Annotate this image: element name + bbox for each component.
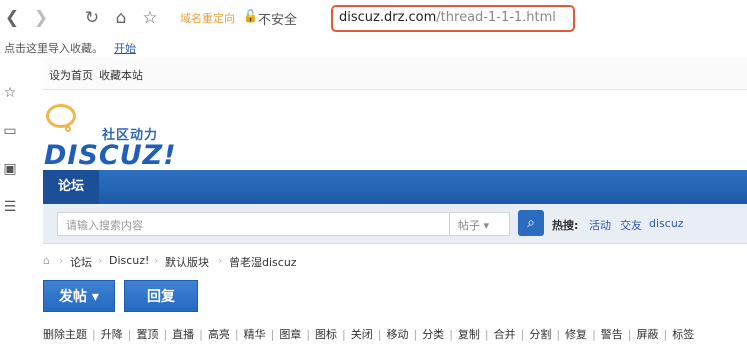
moderation-separator: | bbox=[306, 328, 311, 341]
moderation-separator: | bbox=[270, 328, 275, 341]
breadcrumb-thread[interactable]: 曾老湿discuz bbox=[229, 254, 297, 270]
moderation-separator: | bbox=[127, 328, 132, 341]
moderation-action[interactable]: 直播 bbox=[172, 328, 194, 341]
set-home-link[interactable]: 设为首页 bbox=[49, 67, 93, 83]
moderation-action[interactable]: 屏蔽 bbox=[637, 328, 659, 341]
moderation-action[interactable]: 删除主题 bbox=[43, 328, 87, 341]
moderation-action[interactable]: 移动 bbox=[386, 328, 408, 341]
breadcrumb-board[interactable]: 默认版块 bbox=[165, 254, 209, 270]
star-icon[interactable]: ☆ bbox=[1, 84, 19, 102]
bookmark-site-link[interactable]: 收藏本站 bbox=[99, 67, 143, 83]
site-logo[interactable]: 社区动力 DISCUZ! bbox=[43, 98, 203, 171]
breadcrumb-discuz[interactable]: Discuz! bbox=[109, 254, 149, 267]
star-bookmark-icon[interactable]: ☆ bbox=[140, 6, 160, 30]
moderation-separator: | bbox=[592, 328, 596, 341]
logo-en-text: DISCUZ! bbox=[44, 140, 177, 171]
breadcrumb-separator: › bbox=[154, 254, 159, 267]
new-post-button[interactable]: 发帖 ▾ bbox=[43, 280, 115, 312]
import-bookmarks-text: 点击这里导入收藏。 bbox=[4, 42, 103, 55]
moderation-action[interactable]: 分割 bbox=[529, 328, 551, 341]
book-icon[interactable]: ▭ bbox=[1, 122, 19, 140]
hot-search-item[interactable]: 活动 bbox=[589, 217, 611, 233]
breadcrumb-separator: › bbox=[59, 254, 64, 267]
moderation-separator: | bbox=[520, 328, 525, 341]
insecure-label[interactable]: 不安全 bbox=[258, 9, 297, 28]
screenshot-icon[interactable]: ▣ bbox=[1, 160, 19, 178]
hot-search-label: 热搜: bbox=[552, 219, 579, 232]
moderation-action[interactable]: 修复 bbox=[565, 328, 587, 341]
document-icon[interactable]: ☰ bbox=[1, 198, 19, 216]
moderation-separator: | bbox=[342, 328, 346, 341]
moderation-separator: | bbox=[449, 328, 453, 341]
search-icon: ⌕ bbox=[527, 215, 535, 231]
back-arrow-icon[interactable]: ❮ bbox=[4, 6, 20, 30]
search-type-select[interactable]: 帖子 ▾ bbox=[450, 212, 510, 236]
moderation-separator: | bbox=[234, 328, 239, 341]
moderation-action[interactable]: 复制 bbox=[458, 328, 480, 341]
moderation-action[interactable]: 图章 bbox=[279, 328, 301, 341]
tab-forum[interactable]: 论坛 bbox=[43, 170, 99, 204]
hot-search-item[interactable]: 交友 bbox=[620, 217, 642, 233]
search-bar: 请输入搜索内容 帖子 ▾ ⌕ 热搜: 活动 交友 discuz bbox=[43, 204, 747, 244]
import-start-link[interactable]: 开始 bbox=[114, 40, 136, 56]
home-icon[interactable]: ⌂ bbox=[111, 6, 131, 30]
top-navigation: 设为首页 收藏本站 bbox=[43, 58, 747, 90]
address-bar[interactable]: discuz.drz.com/thread-1-1-1.html bbox=[331, 5, 575, 32]
moderation-action[interactable]: 分类 bbox=[422, 328, 444, 341]
forum-page: 设为首页 收藏本站 社区动力 DISCUZ! 论坛 请输入搜索内容 帖子 ▾ ⌕… bbox=[43, 58, 747, 354]
breadcrumb-forum[interactable]: 论坛 bbox=[70, 254, 92, 270]
moderation-action[interactable]: 合并 bbox=[494, 328, 516, 341]
breadcrumb-separator: › bbox=[218, 254, 223, 267]
moderation-action[interactable]: 精华 bbox=[244, 328, 266, 341]
insecure-lock-icon: 🔓 bbox=[243, 9, 258, 23]
moderation-action[interactable]: 标签 bbox=[672, 328, 694, 341]
forward-arrow-icon[interactable]: ❯ bbox=[33, 6, 49, 30]
moderation-separator: | bbox=[413, 328, 418, 341]
moderation-separator: | bbox=[556, 328, 561, 341]
logo-bubble-icon bbox=[46, 104, 76, 128]
moderation-separator: | bbox=[377, 328, 382, 341]
moderation-separator: | bbox=[92, 328, 96, 341]
moderation-separator: | bbox=[663, 328, 668, 341]
moderation-separator: | bbox=[199, 328, 203, 341]
redirect-tag: 域名重定向 bbox=[180, 12, 235, 25]
moderation-action[interactable]: 关闭 bbox=[351, 328, 373, 341]
main-navigation: 论坛 bbox=[43, 170, 747, 204]
search-button[interactable]: ⌕ bbox=[518, 210, 544, 236]
url-path: /thread-1-1-1.html bbox=[436, 10, 556, 25]
url-host: discuz.drz.com bbox=[339, 10, 437, 25]
moderation-toolbar: 删除主题 | 升降 | 置顶 | 直播 | 高亮 | 精华 | 图章 | 图标 | 关闭 | 移动 | 分类 | 复制 | 合并… bbox=[43, 326, 747, 346]
breadcrumb-separator: › bbox=[98, 254, 103, 267]
reply-button[interactable]: 回复 bbox=[124, 280, 198, 312]
browser-toolbar: ❮ ❯ ↻ ⌂ ☆ 域名重定向 🔓 不安全 discuz.drz.com/thr… bbox=[0, 0, 747, 36]
search-input[interactable]: 请输入搜索内容 bbox=[57, 212, 450, 236]
moderation-separator: | bbox=[163, 328, 168, 341]
moderation-action[interactable]: 警告 bbox=[601, 328, 623, 341]
moderation-separator: | bbox=[627, 328, 632, 341]
reload-icon[interactable]: ↻ bbox=[82, 6, 102, 30]
home-icon[interactable]: ⌂ bbox=[43, 254, 50, 267]
moderation-action[interactable]: 高亮 bbox=[208, 328, 230, 341]
moderation-action[interactable]: 置顶 bbox=[136, 328, 158, 341]
moderation-action[interactable]: 升降 bbox=[101, 328, 123, 341]
moderation-action[interactable]: 图标 bbox=[315, 328, 337, 341]
moderation-separator: | bbox=[484, 328, 489, 341]
hot-search-item[interactable]: discuz bbox=[649, 217, 684, 230]
logo-bubble-tail bbox=[65, 126, 71, 132]
